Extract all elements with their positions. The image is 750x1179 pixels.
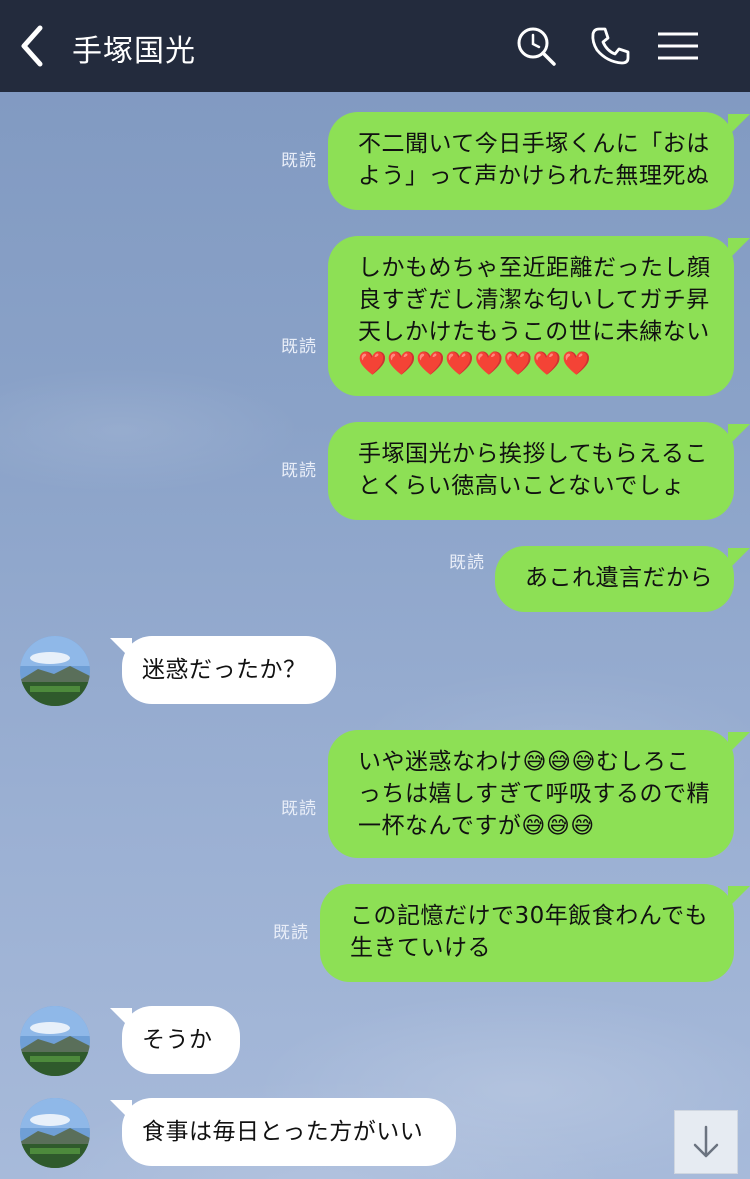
avatar-landscape-icon — [20, 1006, 90, 1076]
message-text: そうか — [142, 1027, 213, 1053]
avatar[interactable] — [20, 1098, 90, 1168]
bubble-tail — [728, 732, 750, 754]
outgoing-message[interactable]: この記憶だけで30年飯食わんでも 生きていける — [320, 884, 734, 982]
read-receipt: 既読 — [281, 799, 317, 819]
incoming-message[interactable]: そうか — [122, 1006, 240, 1074]
avatar[interactable] — [20, 636, 90, 706]
chevron-left-icon — [21, 25, 43, 67]
message-text: 不二聞いて今日手塚くんに「おは よう」って声かけられた無理死ぬ — [358, 131, 710, 189]
bubble-tail — [728, 424, 750, 446]
message-text: しかもめちゃ至近距離だったし顔 良すぎだし清潔な匂いしてガチ昇 天しかけたもうこ… — [358, 255, 711, 377]
phone-icon — [591, 27, 630, 65]
search-clock-icon — [517, 27, 556, 66]
chat-header: 手塚国光 — [0, 0, 750, 92]
bubble-tail — [728, 114, 750, 136]
search-button[interactable] — [514, 24, 558, 68]
scroll-to-bottom-button[interactable] — [674, 1110, 738, 1174]
read-receipt: 既読 — [273, 923, 309, 943]
bubble-tail — [728, 548, 750, 570]
read-receipt: 既読 — [281, 151, 317, 171]
message-text: 迷惑だったか？ — [142, 657, 307, 683]
outgoing-message[interactable]: いや迷惑なわけ😅😅😅むしろこ っちは嬉しすぎて呼吸するので精 一杯なんですが😅😅… — [328, 730, 734, 858]
message-text: 食事は毎日とった方がいい — [142, 1119, 424, 1145]
message-text: いや迷惑なわけ😅😅😅むしろこ っちは嬉しすぎて呼吸するので精 一杯なんですが😅😅… — [358, 749, 711, 839]
call-button[interactable] — [588, 24, 632, 68]
outgoing-message[interactable]: しかもめちゃ至近距離だったし顔 良すぎだし清潔な匂いしてガチ昇 天しかけたもうこ… — [328, 236, 734, 396]
outgoing-message[interactable]: 手塚国光から挨拶してもらえるこ とくらい徳高いことないでしょ — [328, 422, 734, 520]
outgoing-message[interactable]: あこれ遺言だから — [495, 546, 734, 612]
avatar-landscape-icon — [20, 636, 90, 706]
chat-title: 手塚国光 — [72, 34, 196, 69]
back-button[interactable] — [14, 22, 54, 70]
bubble-tail — [728, 238, 750, 260]
message-text: あこれ遺言だから — [525, 565, 713, 591]
message-text: 手塚国光から挨拶してもらえるこ とくらい徳高いことないでしょ — [358, 441, 708, 499]
incoming-message[interactable]: 迷惑だったか？ — [122, 636, 336, 704]
bubble-tail — [728, 886, 750, 908]
read-receipt: 既読 — [281, 461, 317, 481]
read-receipt: 既読 — [449, 553, 485, 573]
hamburger-menu-icon — [658, 32, 698, 60]
menu-button[interactable] — [656, 24, 700, 68]
message-list[interactable]: 既読 不二聞いて今日手塚くんに「おは よう」って声かけられた無理死ぬ 既読 しか… — [0, 92, 750, 1179]
outgoing-message[interactable]: 不二聞いて今日手塚くんに「おは よう」って声かけられた無理死ぬ — [328, 112, 734, 210]
avatar[interactable] — [20, 1006, 90, 1076]
avatar-landscape-icon — [20, 1098, 90, 1168]
incoming-message[interactable]: 食事は毎日とった方がいい — [122, 1098, 456, 1166]
message-text: この記憶だけで30年飯食わんでも 生きていける — [350, 903, 709, 961]
read-receipt: 既読 — [281, 337, 317, 357]
arrow-down-icon — [693, 1125, 719, 1158]
